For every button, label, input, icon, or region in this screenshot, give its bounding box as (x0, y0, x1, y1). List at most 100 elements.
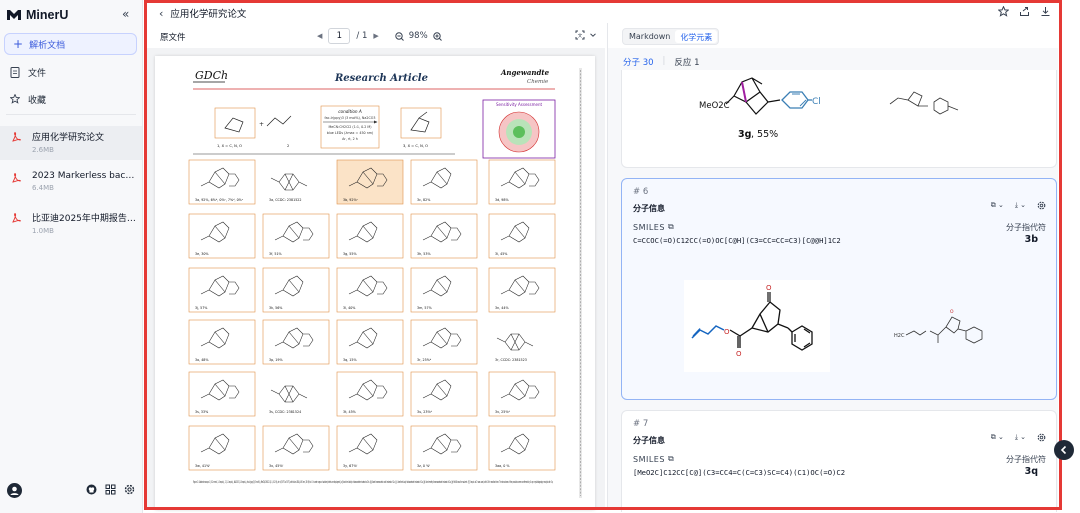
compound-cell: 3aa, 0 % (488, 425, 556, 471)
scheme-label: 3, X = C, N, O (403, 144, 428, 148)
compound-structure (274, 433, 314, 455)
page-input[interactable]: 1 (328, 28, 351, 44)
share-icon[interactable] (1019, 6, 1030, 17)
sensitivity-title: Sensitivity Assessment (496, 102, 543, 107)
compound-structure (500, 167, 540, 189)
compound-structure (270, 173, 308, 191)
tab-molecules[interactable]: 分子 30 (623, 56, 654, 68)
methylene-label: H2C (894, 333, 905, 339)
copy-smiles-icon[interactable]: ⧉ (668, 222, 674, 232)
compound-label: 3c, 82% (417, 198, 430, 202)
pdf-toolbar: 原文件 ◀ 1 / 1 ▶ 98% 文 (147, 26, 605, 48)
new-parse-button[interactable]: + 解析文档 (4, 33, 137, 55)
zoom-out-icon[interactable] (395, 31, 404, 41)
star-icon[interactable] (998, 6, 1009, 17)
collapse-sidebar-icon[interactable]: « (122, 7, 129, 21)
tab-reactions[interactable]: 反应 1 (674, 56, 699, 68)
compound-label: 3i, 45% (495, 252, 507, 256)
compound-label: 3n, 44% (495, 306, 509, 310)
structure-image: O O O (684, 280, 830, 372)
compound-cell: 3s, 33% (188, 371, 256, 417)
section-title: 分子信息 (633, 204, 665, 213)
compound-cell: 3d, 98% (488, 159, 556, 205)
compound-cell: 3h, 53% (410, 213, 478, 259)
molecule-structure-3g: MeO2C Cl 3g , 55% (699, 77, 959, 140)
zoom-in-icon[interactable] (432, 31, 442, 41)
compound-structure (200, 221, 230, 243)
svg-text:+: + (259, 121, 264, 128)
document-header: ‹ 应用化学研究论文 (147, 3, 1059, 23)
pdf-page-render: GDCh Research Article Angewandte Chemie … (188, 68, 582, 498)
compound-structure (200, 379, 240, 401)
compound-structure (500, 275, 540, 297)
next-page-icon[interactable]: ▶ (373, 32, 378, 40)
copy-menu[interactable]: ⧉ ⌄ (991, 433, 1004, 442)
doc-size: 2.6MB (32, 146, 54, 154)
scheme-label: 1, X = C, N, O (217, 144, 242, 148)
compound-label: 3r, 25%ᵈ (417, 358, 432, 362)
floating-toggle-button[interactable] (1054, 440, 1074, 460)
compound-structure (348, 327, 378, 349)
download-icon[interactable] (1040, 6, 1051, 17)
star-icon (10, 94, 20, 104)
settings-icon[interactable] (124, 484, 135, 495)
compound-structure (274, 275, 304, 297)
molecule-card-7[interactable]: # 7 分子信息 ⧉ ⌄ ⤓ ⌄ SMILES ⧉ [MeO2C]C12CC[C… (621, 410, 1057, 512)
compound-cell: 3a, CCDC: 2381522 (269, 173, 308, 202)
compound-label: 3j, 57% (195, 306, 207, 310)
compound-cell: 3b, 92%ᵉ (336, 159, 404, 205)
download-menu[interactable]: ⤓ ⌄ (1015, 433, 1026, 442)
molecule-structure-3b: O O O (691, 284, 813, 358)
card-actions: ⧉ ⌄ ⤓ ⌄ (991, 433, 1046, 442)
copy-smiles-icon[interactable]: ⧉ (668, 454, 674, 464)
download-menu[interactable]: ⤓ ⌄ (1015, 201, 1026, 210)
smiles-value: C=CCOC(=O)C12CC(=O)OC[C@H](C3=CC=CC=C3)[… (633, 236, 841, 245)
avatar[interactable] (7, 483, 22, 498)
doc-name: 比亚迪2025年中期报告分… (32, 214, 136, 224)
compound-label: 3f, 51% (269, 252, 282, 256)
article-type: Research Article (334, 73, 428, 84)
plus-icon: + (13, 37, 24, 51)
doc-item[interactable]: 比亚迪2025年中期报告分… 1.0MB (0, 207, 142, 241)
doc-item-active[interactable]: 应用化学研究论文 2.6MB (0, 126, 142, 160)
tab-chemistry[interactable]: 化学元素 (675, 30, 718, 43)
compound-label: 3m, 57% (417, 306, 432, 310)
compound-structure (422, 167, 452, 189)
github-icon[interactable] (86, 484, 97, 495)
compound-cell: 3x, 45%ᶠ (262, 425, 330, 471)
reaction-scheme: + condition A fac-Ir(ppy)3 (3 mol%), Na2… (193, 99, 556, 159)
identifier-value: 3q (1024, 466, 1038, 477)
settings-icon[interactable] (1037, 433, 1046, 442)
molecule-card-6[interactable]: # 6 分子信息 ⧉ ⌄ ⤓ ⌄ SMILES ⧉ C=CCOC(=O)C12C… (621, 178, 1057, 400)
prev-page-icon[interactable]: ◀ (317, 32, 322, 40)
back-icon[interactable]: ‹ (159, 7, 163, 20)
identifier-value: 3b (1024, 234, 1038, 245)
sidebar-footer (0, 480, 142, 500)
compound-cell: 3m, 57% (410, 267, 478, 313)
new-parse-label: 解析文档 (29, 40, 66, 51)
compound-grid: 3a, 92%, 6%ᵇ, 0%ᶜ, 7%ᵈ, 0%ᵉ 3a, CCDC: 238… (188, 159, 556, 471)
section-title: 分子信息 (633, 436, 665, 445)
settings-icon[interactable] (1037, 201, 1046, 210)
condition-title: condition A (338, 109, 362, 114)
brand[interactable]: MinerU (6, 6, 68, 24)
sidebar: MinerU « + 解析文档 文件 收藏 应用化学研究论文 2.6MB 202… (0, 0, 143, 513)
copy-menu[interactable]: ⧉ ⌄ (991, 201, 1004, 210)
compound-cell: 3q, 15% (336, 319, 404, 365)
tab-markdown[interactable]: Markdown (624, 30, 675, 43)
compound-cell: 3r, 25%ᵈ (410, 319, 478, 365)
pdf-page[interactable]: GDCh Research Article Angewandte Chemie … (155, 56, 595, 510)
card-index: # 7 (633, 419, 649, 429)
molecule-card-5[interactable]: MeO2C Cl 3g , 55% (621, 70, 1057, 168)
sidebar-item-files[interactable]: 文件 (10, 65, 46, 79)
doc-item[interactable]: 2023 Markerless bacteria… 6.4MB (0, 167, 142, 201)
user-icon (10, 486, 19, 495)
chevron-down-icon[interactable] (589, 31, 597, 39)
compound-structure (348, 433, 378, 455)
scan-icon[interactable]: 文 (575, 30, 585, 40)
compound-structure (348, 379, 388, 401)
grid-icon[interactable] (105, 484, 116, 495)
sidebar-item-favorites[interactable]: 收藏 (10, 92, 46, 106)
pdf-view-options[interactable]: 文 (575, 30, 597, 40)
compound-cell: 3y, 67%ᶠ (336, 425, 404, 471)
